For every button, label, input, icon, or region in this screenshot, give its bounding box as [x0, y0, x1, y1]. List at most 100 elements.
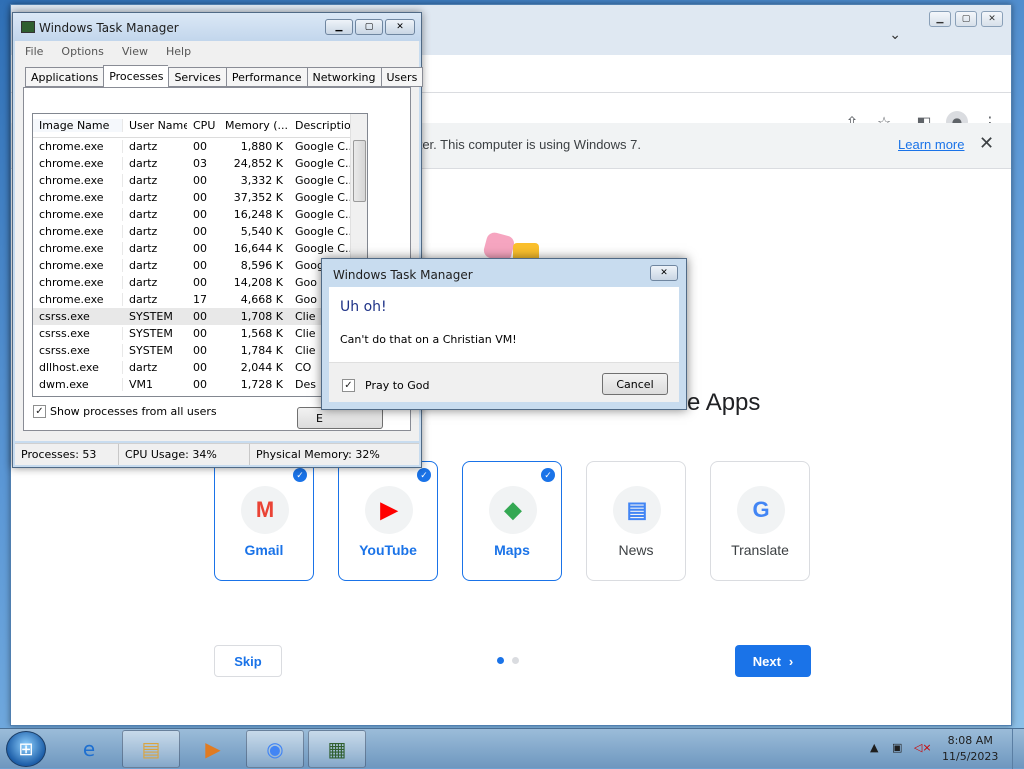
app-card-maps[interactable]: ◆ Maps ✓	[462, 461, 562, 581]
table-row[interactable]: chrome.exe dartz 03 24,852 K Google C...	[33, 155, 367, 172]
menu-item-file[interactable]: File	[25, 45, 43, 58]
table-cell: SYSTEM	[129, 310, 173, 323]
app-card-news[interactable]: ▤ News	[586, 461, 686, 581]
table-cell: 00	[193, 140, 207, 153]
maximize-button[interactable]: ▢	[355, 19, 383, 35]
table-cell: dartz	[129, 242, 158, 255]
column-header[interactable]: User Name	[123, 119, 187, 132]
table-cell: 17	[193, 293, 207, 306]
table-cell: chrome.exe	[33, 208, 123, 221]
gmail-icon: M	[241, 486, 289, 534]
page-dot	[512, 657, 519, 664]
checkmark-icon: ✓	[417, 468, 431, 482]
end-process-button[interactable]: E	[297, 407, 383, 429]
app-card-translate[interactable]: G Translate	[710, 461, 810, 581]
table-cell: 2,044 K	[240, 361, 283, 374]
minimize-button[interactable]: ▁	[929, 11, 951, 27]
table-cell: dartz	[129, 259, 158, 272]
table-row[interactable]: chrome.exe dartz 17 4,668 K Goo	[33, 291, 367, 308]
table-row[interactable]: dwm.exe VM1 00 1,728 K Des	[33, 376, 367, 393]
table-row[interactable]: chrome.exe dartz 00 16,644 K Google C...	[33, 240, 367, 257]
tab-services[interactable]: Services	[168, 67, 226, 87]
clock[interactable]: 8:08 AM 11/5/2023	[942, 733, 998, 765]
network-icon[interactable]: ▣	[892, 741, 902, 754]
table-cell: chrome.exe	[33, 140, 123, 153]
table-row[interactable]: chrome.exe dartz 00 5,540 K Google C...	[33, 223, 367, 240]
table-cell: 14,208 K	[233, 276, 283, 289]
status-cpu: CPU Usage: 34%	[119, 444, 250, 465]
task-manager-taskbar-icon[interactable]: ▦	[308, 730, 366, 768]
table-cell: chrome.exe	[33, 191, 123, 204]
infobar-close-icon[interactable]: ✕	[979, 133, 994, 154]
minimize-button[interactable]: ▁	[325, 19, 353, 35]
table-cell: 00	[193, 327, 207, 340]
error-dialog: Windows Task Manager ✕ Uh oh! Can't do t…	[321, 258, 687, 410]
media-player-icon[interactable]: ▶	[184, 730, 242, 768]
table-cell: 8,596 K	[240, 259, 283, 272]
learn-more-link[interactable]: Learn more	[898, 137, 964, 152]
app-card-youtube[interactable]: ▶ YouTube ✓	[338, 461, 438, 581]
table-cell: 00	[193, 174, 207, 187]
table-row[interactable]: chrome.exe dartz 00 3,332 K Google C...	[33, 172, 367, 189]
table-row[interactable]: chrome.exe dartz 00 37,352 K Google C...	[33, 189, 367, 206]
show-all-users-label: Show processes from all users	[50, 405, 217, 418]
internet-explorer-icon[interactable]: e	[60, 730, 118, 768]
table-row[interactable]: chrome.exe dartz 00 16,248 K Google C...	[33, 206, 367, 223]
table-row[interactable]: chrome.exedartz008,596 KGoogle C...	[33, 257, 367, 274]
menu-item-view[interactable]: View	[122, 45, 148, 58]
cancel-button[interactable]: Cancel	[602, 373, 668, 395]
table-row[interactable]: chrome.exe dartz 00 1,880 K Google C...	[33, 138, 367, 155]
table-cell: csrss.exe	[33, 344, 123, 357]
skip-button[interactable]: Skip	[214, 645, 282, 677]
clock-time: 8:08 AM	[947, 734, 993, 747]
table-cell: 00	[193, 344, 207, 357]
tab-users[interactable]: Users	[380, 67, 424, 87]
table-row[interactable]: dllhost.exe dartz 00 2,044 K CO	[33, 359, 367, 376]
show-hidden-icons-icon[interactable]: ▲	[870, 741, 878, 754]
table-cell: 3,332 K	[240, 174, 283, 187]
column-header[interactable]: CPU	[187, 119, 219, 132]
table-cell: 00	[193, 276, 207, 289]
pray-checkbox-label: Pray to God	[365, 379, 430, 392]
close-button[interactable]: ✕	[385, 19, 415, 35]
tab-networking[interactable]: Networking	[306, 67, 381, 87]
dialog-close-button[interactable]: ✕	[650, 265, 678, 281]
tab-search-chevron-icon[interactable]: ⌄	[889, 27, 901, 43]
volume-muted-icon[interactable]: ◁×	[914, 741, 932, 754]
table-row[interactable]: chrome.exe dartz 00 14,208 K Goo	[33, 274, 367, 291]
pray-checkbox[interactable]: ✓ Pray to God	[342, 379, 430, 392]
table-cell: 16,644 K	[233, 242, 283, 255]
table-cell: SYSTEM	[129, 327, 173, 340]
table-row[interactable]: csrss.exe SYSTEM 00 1,568 K Clie	[33, 325, 367, 342]
table-cell: 03	[193, 157, 207, 170]
table-cell: dartz	[129, 140, 158, 153]
tab-performance[interactable]: Performance	[225, 67, 307, 87]
file-explorer-icon[interactable]: ▤	[122, 730, 180, 768]
app-card-gmail[interactable]: M Gmail ✓	[214, 461, 314, 581]
table-cell: dartz	[129, 225, 158, 238]
maximize-button[interactable]: ▢	[955, 11, 977, 27]
menu-item-help[interactable]: Help	[166, 45, 191, 58]
apps-title: e Apps	[687, 389, 761, 416]
column-header[interactable]: Memory (...	[219, 119, 289, 132]
start-button[interactable]: ⊞	[6, 731, 46, 767]
tab-applications[interactable]: Applications	[25, 67, 104, 87]
tab-processes[interactable]: Processes	[103, 65, 169, 87]
chrome-taskbar-icon[interactable]: ◉	[246, 730, 304, 768]
column-header[interactable]: Image Name	[33, 119, 123, 132]
close-button[interactable]: ✕	[981, 11, 1003, 27]
table-cell: VM1	[129, 378, 154, 391]
show-all-users-checkbox[interactable]: ✓ Show processes from all users	[33, 405, 217, 418]
task-manager-titlebar[interactable]: Windows Task Manager ▁ ▢ ✕	[13, 13, 421, 41]
show-desktop-button[interactable]	[1012, 729, 1024, 769]
process-list[interactable]: Image Name User Name CPU Memory (... Descrip…	[32, 113, 368, 397]
menu-item-options[interactable]: Options	[61, 45, 103, 58]
table-row[interactable]: csrss.exe SYSTEM 00 1,708 K Clie	[33, 308, 367, 325]
scrollbar-thumb[interactable]	[353, 140, 366, 202]
next-button[interactable]: Next ›	[735, 645, 811, 677]
table-cell: 00	[193, 259, 207, 272]
table-cell: 1,708 K	[240, 310, 283, 323]
table-cell: dartz	[129, 157, 158, 170]
table-row[interactable]: csrss.exe SYSTEM 00 1,784 K Clie	[33, 342, 367, 359]
status-processes: Processes: 53	[15, 444, 119, 465]
